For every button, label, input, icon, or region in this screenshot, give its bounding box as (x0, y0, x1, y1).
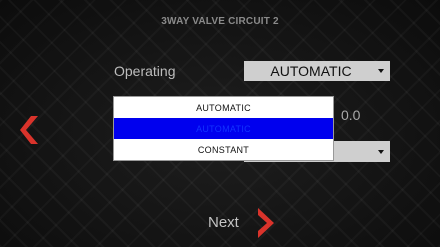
valve-settings-screen: 3WAY VALVE CIRCUIT 2 Operating AUTOMATIC… (0, 0, 440, 247)
dropdown-option-constant[interactable]: CONSTANT (114, 139, 333, 160)
dropdown-option-automatic-highlighted[interactable]: AUTOMATIC (114, 118, 333, 139)
chevron-down-icon (378, 149, 384, 154)
operating-label: Operating (114, 63, 176, 79)
operating-select[interactable]: AUTOMATIC (244, 61, 390, 81)
page-title: 3WAY VALVE CIRCUIT 2 (161, 16, 279, 27)
chevron-left-icon[interactable] (20, 116, 38, 144)
operating-dropdown-list: AUTOMATIC AUTOMATIC CONSTANT (113, 96, 334, 161)
chevron-right-icon[interactable] (258, 208, 274, 238)
chevron-down-icon (378, 69, 384, 73)
dropdown-option-automatic[interactable]: AUTOMATIC (114, 97, 333, 118)
value-readout: 0.0 (341, 107, 361, 123)
operating-select-value: AUTOMATIC (270, 63, 352, 79)
next-button-label[interactable]: Next (208, 214, 239, 231)
